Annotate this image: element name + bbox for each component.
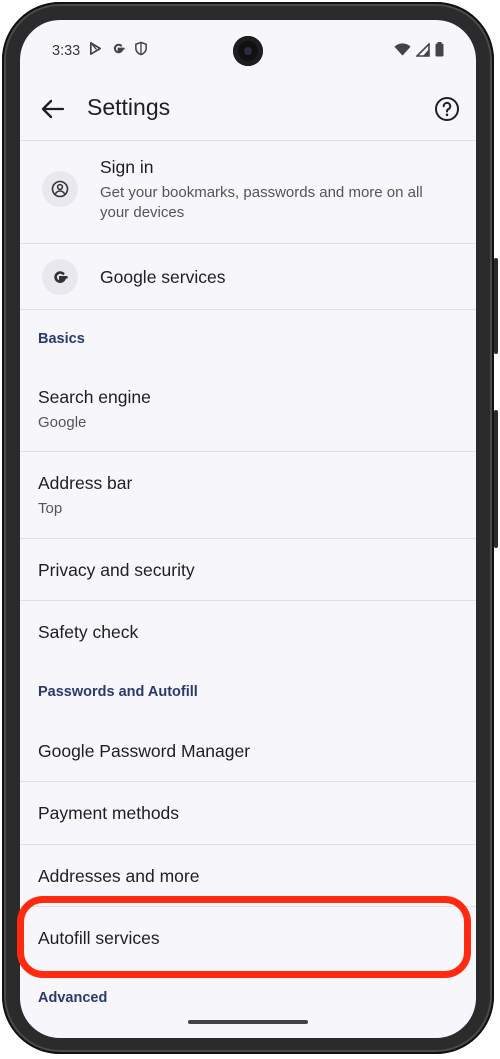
- google-icon-background: [42, 259, 78, 295]
- password-manager-row[interactable]: Google Password Manager: [20, 720, 476, 782]
- autofill-services-label: Autofill services: [38, 928, 160, 948]
- status-system-icons: [394, 42, 444, 57]
- home-gesture-bar[interactable]: [188, 1020, 308, 1024]
- search-engine-value: Google: [38, 414, 87, 431]
- google-g-icon: [54, 271, 68, 283]
- play-store-icon: [89, 42, 102, 55]
- google-icon: [113, 43, 125, 54]
- status-bar: 3:33: [20, 20, 476, 80]
- signal-icon: [416, 42, 430, 57]
- status-time: 3:33: [52, 43, 81, 59]
- safety-check-label: Safety check: [38, 622, 139, 642]
- addresses-row[interactable]: Addresses and more: [20, 845, 476, 907]
- front-camera: [233, 36, 263, 66]
- back-arrow-icon[interactable]: [38, 94, 68, 124]
- section-header-advanced: Advanced: [38, 990, 108, 1006]
- section-header-passwords-autofill: Passwords and Autofill: [38, 684, 198, 700]
- google-services-row[interactable]: Google services: [20, 244, 476, 310]
- battery-icon: [435, 42, 444, 57]
- search-engine-label: Search engine: [38, 387, 151, 407]
- safety-check-row[interactable]: Safety check: [20, 601, 476, 663]
- sign-in-row[interactable]: Sign in Get your bookmarks, passwords an…: [20, 141, 476, 244]
- sign-in-title: Sign in: [100, 157, 154, 177]
- sign-in-subtitle: Get your bookmarks, passwords and more o…: [100, 184, 423, 221]
- autofill-services-row[interactable]: Autofill services: [20, 907, 476, 969]
- account-circle-icon: [51, 180, 69, 198]
- power-button: [494, 258, 498, 354]
- help-icon[interactable]: [434, 96, 460, 122]
- screen: 3:33 Settings Sign in Get your bookmarks…: [20, 20, 476, 1038]
- account-icon-background: [42, 171, 78, 207]
- password-manager-label: Google Password Manager: [38, 741, 251, 761]
- address-bar-value: Top: [38, 500, 63, 517]
- payment-methods-label: Payment methods: [38, 803, 180, 823]
- page-title: Settings: [87, 94, 171, 120]
- address-bar-row[interactable]: Address bar Top: [20, 452, 476, 539]
- shield-icon: [135, 41, 147, 56]
- search-engine-row[interactable]: Search engine Google: [20, 366, 476, 452]
- privacy-security-label: Privacy and security: [38, 560, 195, 580]
- status-notification-icons: [88, 41, 148, 56]
- payment-methods-row[interactable]: Payment methods: [20, 782, 476, 845]
- section-header-basics: Basics: [38, 331, 85, 347]
- volume-button: [494, 410, 498, 548]
- addresses-label: Addresses and more: [38, 866, 200, 886]
- app-bar: Settings: [20, 80, 476, 140]
- address-bar-label: Address bar: [38, 473, 133, 493]
- google-services-label: Google services: [100, 267, 226, 287]
- privacy-security-row[interactable]: Privacy and security: [20, 539, 476, 601]
- wifi-icon: [394, 42, 411, 56]
